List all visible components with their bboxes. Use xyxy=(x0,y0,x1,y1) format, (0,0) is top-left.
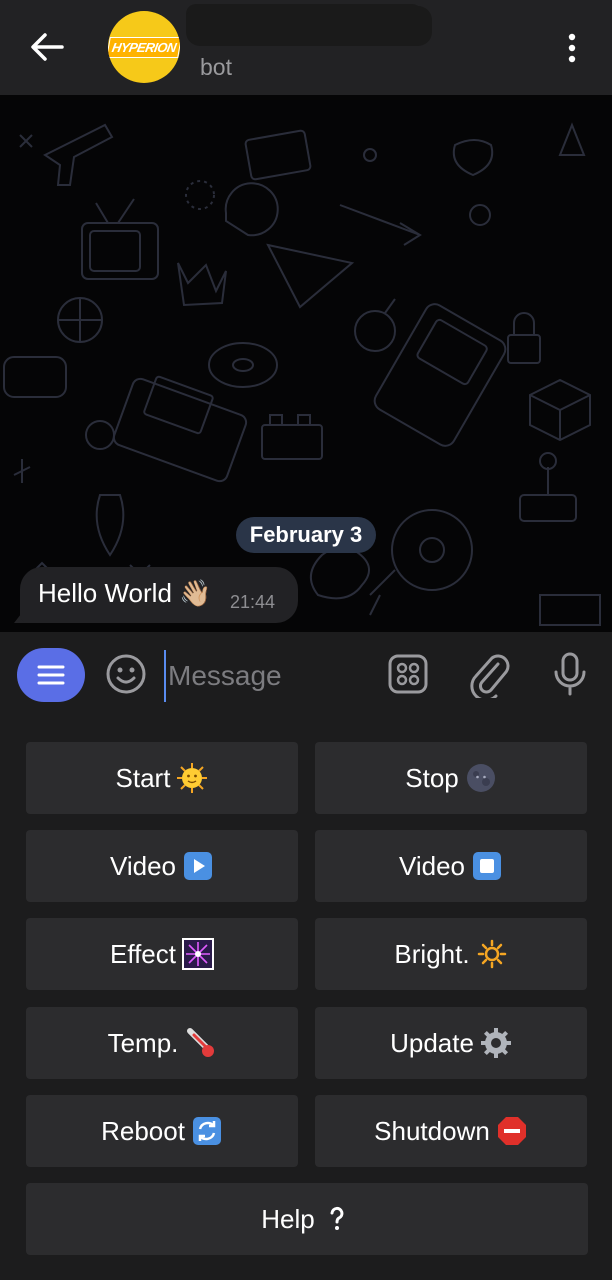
video-play-button[interactable]: Video xyxy=(26,830,298,902)
refresh-icon xyxy=(191,1115,223,1147)
avatar-logo: HYPERION xyxy=(108,36,180,58)
chat-header: HYPERION bot xyxy=(0,0,612,95)
stop-button-icon xyxy=(471,850,503,882)
video-stop-button[interactable]: Video xyxy=(315,830,587,902)
message-text: Hello World 👋🏼 xyxy=(38,578,212,608)
emoji-smile-icon[interactable] xyxy=(104,652,148,696)
sun-face-icon xyxy=(176,762,208,794)
shutdown-button[interactable]: Shutdown xyxy=(315,1095,587,1167)
help-button[interactable]: Help xyxy=(26,1183,588,1255)
sparkler-icon xyxy=(182,938,214,970)
new-moon-face-icon xyxy=(465,762,497,794)
thermometer-icon xyxy=(184,1027,216,1059)
bright-sun-icon xyxy=(476,938,508,970)
stop-button-label: Stop xyxy=(405,762,459,793)
message-composer xyxy=(0,632,612,720)
video-stop-button-label: Video xyxy=(398,850,466,881)
effect-button-label: Effect xyxy=(109,938,176,969)
shutdown-button-label: Shutdown xyxy=(374,1115,490,1146)
gear-icon xyxy=(480,1027,512,1059)
reboot-button[interactable]: Reboot xyxy=(26,1095,298,1167)
update-button[interactable]: Update xyxy=(315,1007,587,1079)
bot-reply-keyboard: Start Stop Video Video Effect Bright. Te… xyxy=(0,720,612,1280)
question-mark-icon xyxy=(321,1203,353,1235)
back-button[interactable] xyxy=(24,24,70,70)
video-play-button-label: Video xyxy=(109,850,177,881)
chat-area[interactable]: February 3 Hello World 👋🏼 21:44 xyxy=(0,95,612,632)
brightness-button[interactable]: Bright. xyxy=(315,918,587,990)
temperature-button-label: Temp. xyxy=(107,1027,179,1058)
start-button[interactable]: Start xyxy=(26,742,298,814)
brightness-button-label: Bright. xyxy=(394,938,470,969)
effect-button[interactable]: Effect xyxy=(26,918,298,990)
temperature-button[interactable]: Temp. xyxy=(26,1007,298,1079)
hamburger-icon xyxy=(37,665,65,685)
message-input[interactable] xyxy=(164,650,380,702)
stop-button[interactable]: Stop xyxy=(315,742,587,814)
play-button-icon xyxy=(182,850,214,882)
back-arrow-icon xyxy=(31,33,64,61)
paperclip-icon[interactable] xyxy=(468,650,512,698)
update-button-label: Update xyxy=(390,1027,474,1058)
date-separator: February 3 xyxy=(236,517,376,553)
chat-subtitle: bot xyxy=(200,54,232,80)
message-bubble[interactable]: Hello World 👋🏼 21:44 xyxy=(20,567,298,623)
stop-sign-icon xyxy=(496,1115,528,1147)
vertical-dots-icon xyxy=(568,33,576,63)
start-button-label: Start xyxy=(115,762,171,793)
microphone-icon[interactable] xyxy=(548,650,592,698)
message-time: 21:44 xyxy=(230,592,276,612)
avatar[interactable]: HYPERION xyxy=(108,11,180,83)
reboot-button-label: Reboot xyxy=(101,1115,185,1146)
chat-title-redacted-block xyxy=(186,6,432,46)
help-button-label: Help xyxy=(261,1203,315,1234)
more-options-button[interactable] xyxy=(552,26,592,70)
bot-menu-button[interactable] xyxy=(17,648,85,702)
bot-keyboard-icon[interactable] xyxy=(386,652,430,696)
